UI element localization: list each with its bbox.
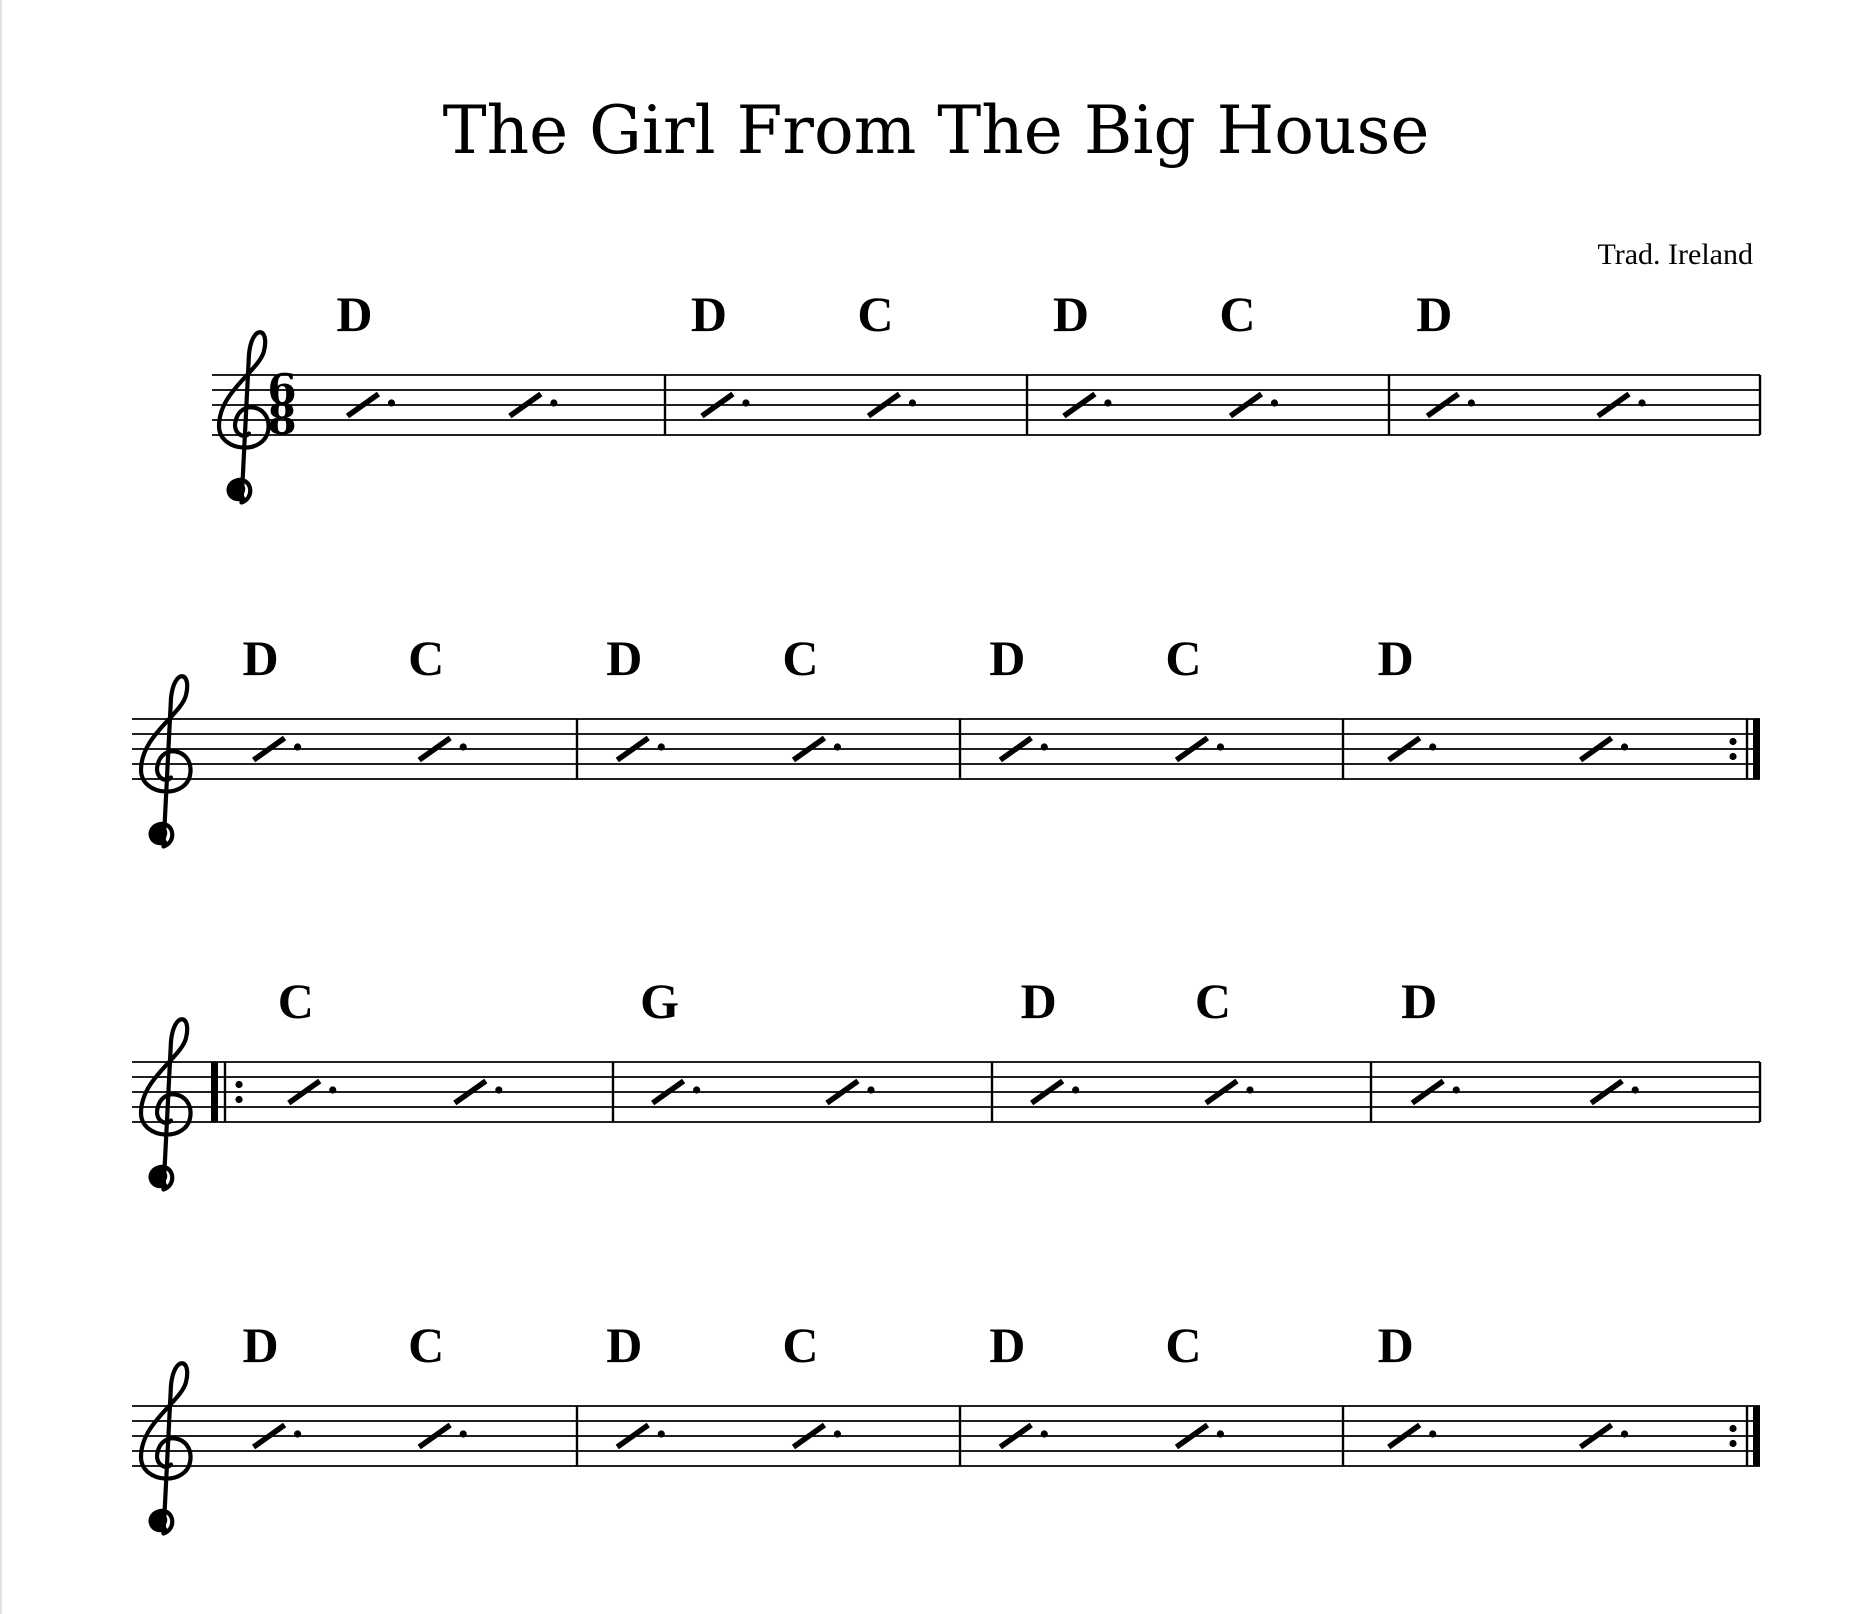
chord-symbol: D <box>1378 1317 1414 1373</box>
chord-symbol: C <box>782 1317 818 1373</box>
beat-dot <box>294 743 302 751</box>
beat-dot <box>1429 1430 1437 1438</box>
beat-dot <box>1270 399 1279 407</box>
chord-symbol: D <box>1378 630 1414 686</box>
beat-dot <box>495 1086 503 1094</box>
beat-dot <box>657 1430 665 1438</box>
beat-dot <box>1216 743 1225 751</box>
score-staves: 68D D C D C DD C D C D C DC G D C DD C D C D C D <box>132 286 1762 1536</box>
chord-symbol: D <box>606 630 642 686</box>
beat-dot <box>1216 1430 1225 1438</box>
chord-symbol: D <box>243 1317 279 1373</box>
chord-symbol: D <box>336 286 372 342</box>
chord-symbol: D <box>989 1317 1025 1373</box>
repeat-dot <box>1729 752 1737 761</box>
staff-system: DCDCDCD <box>132 630 1760 849</box>
beat-dot <box>833 743 842 751</box>
beat-dot <box>550 399 558 407</box>
chord-symbol: D <box>1053 286 1089 342</box>
chord-symbol: C <box>408 1317 444 1373</box>
treble-clef-tail-dot <box>150 1167 168 1185</box>
beat-dot <box>1620 1430 1629 1438</box>
chord-symbol: C <box>1165 1317 1201 1373</box>
beat-dot <box>657 743 665 751</box>
treble-clef-icon <box>138 1017 193 1192</box>
beat-dot <box>387 399 396 407</box>
chord-symbol: D <box>1401 973 1437 1029</box>
repeat-dot <box>235 1080 243 1089</box>
start-repeat-barline-thick <box>211 1062 218 1122</box>
end-repeat-barline-thick <box>1753 719 1760 779</box>
chord-symbol: D <box>1021 973 1057 1029</box>
treble-clef-icon <box>216 330 271 505</box>
beat-dot <box>742 399 750 407</box>
beat-dot <box>1452 1086 1460 1094</box>
beat-dot <box>294 1430 302 1438</box>
chord-symbol: D <box>1416 286 1452 342</box>
staff-system: DCDCDCD <box>132 1317 1760 1536</box>
repeat-dot <box>1729 1424 1737 1433</box>
beat-dot <box>1631 1086 1639 1094</box>
time-signature-denominator: 8 <box>267 395 296 444</box>
beat-dot <box>1040 743 1048 751</box>
treble-clef-tail-dot <box>150 824 168 842</box>
chord-symbol: C <box>857 286 893 342</box>
repeat-dot <box>1729 1439 1737 1448</box>
treble-clef-tail-dot <box>150 1511 168 1529</box>
chord-symbol: C <box>1219 286 1255 342</box>
beat-dot <box>908 399 917 407</box>
chord-symbol: C <box>782 630 818 686</box>
staff-system: CGDCD <box>132 973 1762 1192</box>
chord-symbol: D <box>606 1317 642 1373</box>
beat-dot <box>867 1086 875 1094</box>
beat-dot <box>1246 1086 1254 1094</box>
chord-symbol: D <box>243 630 279 686</box>
treble-clef-icon <box>138 674 193 849</box>
staff-system: 68D D C D C D <box>212 286 1762 505</box>
beat-dot <box>1040 1430 1048 1438</box>
beat-dot <box>1467 399 1475 407</box>
end-repeat-barline-thick <box>1753 1406 1760 1466</box>
treble-clef-icon <box>138 1361 193 1536</box>
beat-dot <box>459 743 467 751</box>
beat-dot <box>833 1430 842 1438</box>
beat-dot <box>459 1430 467 1438</box>
chord-symbol: C <box>408 630 444 686</box>
beat-dot <box>329 1086 337 1094</box>
chord-symbol: C <box>1165 630 1201 686</box>
beat-dot <box>1638 399 1646 407</box>
beat-dot <box>1072 1086 1080 1094</box>
chord-symbol: G <box>640 973 679 1029</box>
repeat-dot <box>235 1095 243 1104</box>
sheet-music-page: The Girl From The Big House Trad. Irelan… <box>0 0 1870 1614</box>
beat-dot <box>1620 743 1629 751</box>
beat-dot <box>1104 399 1112 407</box>
chord-symbol: D <box>989 630 1025 686</box>
chord-symbol: D <box>691 286 727 342</box>
treble-clef-tail-dot <box>228 480 246 498</box>
chord-symbol: C <box>1195 973 1231 1029</box>
repeat-dot <box>1729 737 1737 746</box>
chord-symbol: C <box>278 973 314 1029</box>
beat-dot <box>1429 743 1437 751</box>
beat-dot <box>693 1086 701 1094</box>
